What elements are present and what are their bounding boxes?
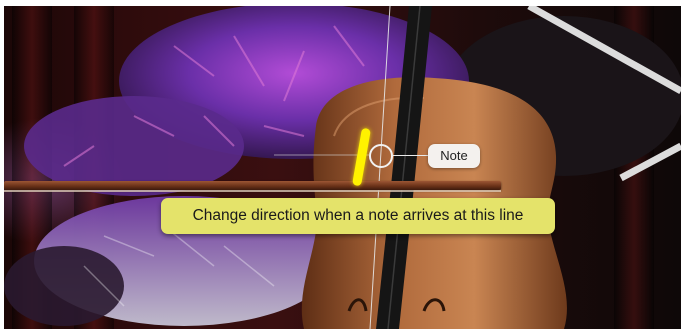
scene-artwork — [4, 6, 681, 329]
note-circle-icon — [369, 144, 393, 168]
feather-shadow — [4, 246, 124, 326]
note-label-connector — [392, 155, 428, 156]
cello-bow[interactable] — [4, 181, 501, 190]
bow-hair — [4, 190, 501, 192]
note-label: Note — [428, 144, 480, 168]
direction-hint-tooltip: Change direction when a note arrives at … — [161, 198, 555, 234]
game-stage[interactable]: Note Change direction when a note arrive… — [4, 6, 681, 329]
